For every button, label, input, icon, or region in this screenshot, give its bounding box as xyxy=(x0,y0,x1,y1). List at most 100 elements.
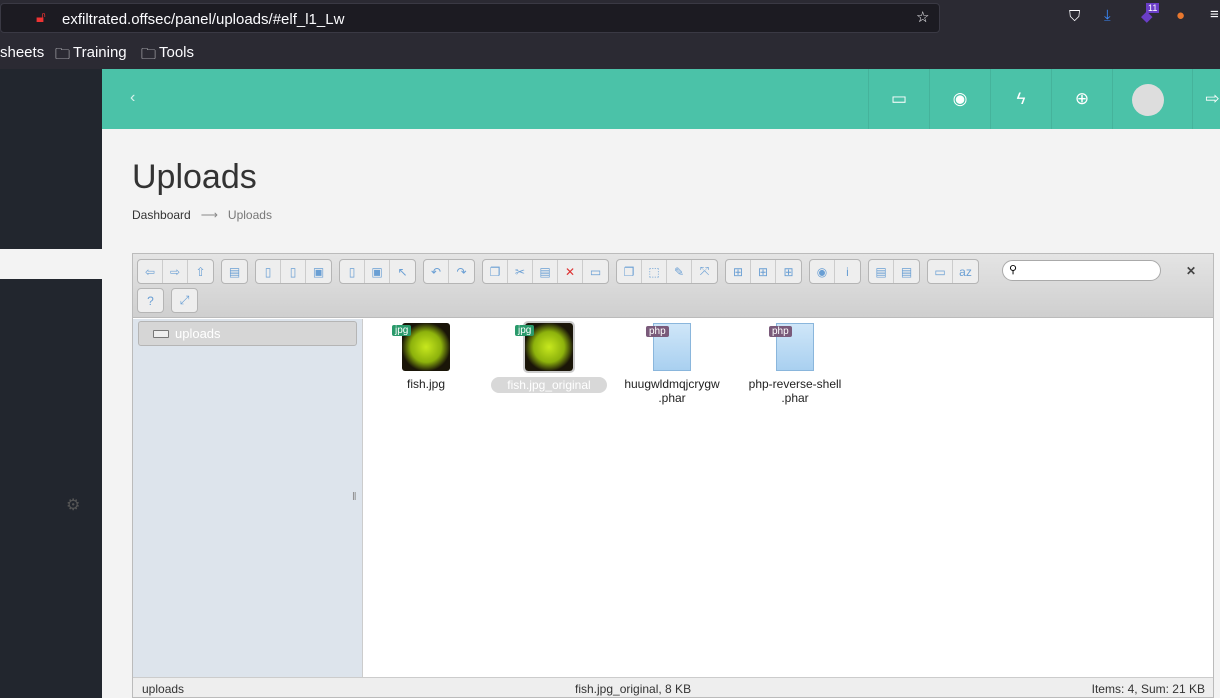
file-item[interactable]: php php-reverse-shell .phar xyxy=(735,323,855,405)
toolbar-group: ▯ ▣ ↖ xyxy=(339,259,416,284)
status-selection: fish.jpg_original, 8 KB xyxy=(575,682,692,696)
file-name: fish.jpg xyxy=(406,377,446,391)
help-button[interactable]: ? xyxy=(138,289,163,312)
toolbar-group: ❐ ⬚ ✎ ⤧ xyxy=(616,259,718,284)
breadcrumb: Dashboard ⟶ Uploads xyxy=(132,208,272,222)
open-button[interactable]: ▯ xyxy=(340,260,365,283)
bookmark-training[interactable]: Training xyxy=(73,44,127,61)
image-thumbnail: jpg xyxy=(515,321,575,373)
tree-item-label: uploads xyxy=(175,326,221,341)
php-file-icon: php xyxy=(646,323,691,371)
upload-button[interactable]: ▣ xyxy=(306,260,331,283)
breadcrumb-dashboard[interactable]: Dashboard xyxy=(132,208,191,222)
lifebuoy-icon[interactable]: ⊕ xyxy=(1051,69,1112,129)
sidebar-active-item[interactable] xyxy=(0,249,102,279)
extension-badge: 11 xyxy=(1146,3,1160,13)
toolbar-group: ⊞ ⊞ ⊞ xyxy=(725,259,802,284)
resize-button[interactable]: ⤧ xyxy=(692,260,717,283)
rename-button[interactable]: ⬚ xyxy=(642,260,667,283)
file-name: php-reverse-shell .phar xyxy=(748,377,842,405)
url-bar[interactable]: 🔓︎ exfiltrated.offsec/panel/uploads/#elf… xyxy=(0,3,940,33)
eye-icon[interactable]: ◉ xyxy=(929,69,990,129)
bolt-icon[interactable]: ϟ xyxy=(990,69,1051,129)
sort-az-button[interactable]: az xyxy=(953,260,978,283)
cut-button[interactable]: ✂ xyxy=(508,260,533,283)
pocket-icon[interactable]: ⛉ xyxy=(1069,8,1080,25)
gear-icon[interactable]: ⚙ xyxy=(66,495,80,515)
avatar[interactable] xyxy=(1132,84,1164,116)
file-grid: jpg fish.jpg jpg fish.jpg_original php huugwl… xyxy=(364,319,1213,678)
toolbar-group: ◉ i xyxy=(809,259,861,284)
redo-button[interactable]: ↷ xyxy=(449,260,474,283)
search-input[interactable]: ⚲ xyxy=(1002,260,1161,281)
rm-button[interactable]: ✕ xyxy=(558,260,583,283)
mkfile-button[interactable]: ▯ xyxy=(281,260,306,283)
toolbar-group: ▤ ▤ xyxy=(868,259,920,284)
page-title: Uploads xyxy=(132,158,257,196)
view-button[interactable]: ⊞ xyxy=(776,260,801,283)
status-summary: Items: 4, Sum: 21 KB xyxy=(1091,682,1205,696)
paste-button[interactable]: ▤ xyxy=(533,260,558,283)
archive-button[interactable]: ▤ xyxy=(894,260,919,283)
file-type-badge: php xyxy=(646,326,669,337)
bookmark-tools[interactable]: Tools xyxy=(159,44,194,61)
image-thumbnail: jpg xyxy=(392,323,450,371)
panel-resize-handle[interactable]: ‖ xyxy=(352,491,357,503)
toolbar-group: ▭ az xyxy=(927,259,979,284)
file-type-badge: php xyxy=(769,326,792,337)
bookmark-star-icon[interactable]: ☆ xyxy=(916,8,929,26)
folder-tree: uploads ‖ xyxy=(133,319,363,678)
sort-button[interactable]: ▭ xyxy=(928,260,953,283)
arrow-icon: ⟶ xyxy=(200,208,218,222)
insecure-lock-icon[interactable]: 🔓︎ xyxy=(36,9,46,26)
bookmark-sheets[interactable]: sheets xyxy=(0,44,44,61)
breadcrumb-uploads: Uploads xyxy=(227,208,272,222)
mkdir-button[interactable]: ▯ xyxy=(256,260,281,283)
download-icon[interactable]: ⤓ xyxy=(1104,7,1111,24)
quicklook-button[interactable]: ◉ xyxy=(810,260,835,283)
file-item[interactable]: jpg fish.jpg xyxy=(366,323,486,391)
netmount-button[interactable]: ▤ xyxy=(222,260,247,283)
up-button[interactable]: ⇧ xyxy=(188,260,213,283)
status-path: uploads xyxy=(142,682,185,696)
getfile-button[interactable]: ↖ xyxy=(390,260,415,283)
copy-button[interactable]: ❐ xyxy=(483,260,508,283)
toolbar-group: ❐ ✂ ▤ ✕ ▭ xyxy=(482,259,609,284)
empty-button[interactable]: ▭ xyxy=(583,260,608,283)
icons-view-button[interactable]: ⊞ xyxy=(726,260,751,283)
browser-toolbar: ⛉ 🔓︎ exfiltrated.offsec/panel/uploads/#e… xyxy=(0,0,1220,36)
file-manager-toolbar: ⚲ ✕ ⇦ ⇨ ⇧ ▤ ▯ ▯ ▣ ▯ ▣ ↖ ↶ ↷ ❐ ✂ ▤ ✕ ▭ ❐ ⬚ ✎ ⤧ ⊞ ⊞ ⊞ ◉ i ▤ ▤ ▭ az? ⤢ xyxy=(133,254,1213,318)
duplicate-button[interactable]: ❐ xyxy=(617,260,642,283)
top-header: ‹ ▭ ◉ ϟ ⊕ ⇨ xyxy=(102,69,1220,129)
undo-button[interactable]: ↶ xyxy=(424,260,449,283)
fullscreen-button[interactable]: ⤢ xyxy=(172,289,197,312)
file-type-badge: jpg xyxy=(515,325,535,336)
monitor-icon[interactable]: ▭ xyxy=(868,69,929,129)
file-item[interactable]: jpg fish.jpg_original xyxy=(489,321,609,393)
extract-button[interactable]: ▤ xyxy=(869,260,894,283)
forward-button[interactable]: ⇨ xyxy=(163,260,188,283)
toolbar-group: ? xyxy=(137,288,164,313)
addon-icon[interactable]: ● xyxy=(1176,7,1185,24)
folder-icon: 🗀 xyxy=(55,46,71,63)
file-item[interactable]: php huugwldmqjcrygw .phar xyxy=(612,323,732,405)
download-button[interactable]: ▣ xyxy=(365,260,390,283)
logout-icon[interactable]: ⇨ xyxy=(1192,69,1220,129)
clear-search-icon[interactable]: ✕ xyxy=(1186,264,1196,278)
file-name: fish.jpg_original xyxy=(491,377,607,393)
file-manager: ⚲ ✕ ⇦ ⇨ ⇧ ▤ ▯ ▯ ▣ ▯ ▣ ↖ ↶ ↷ ❐ ✂ ▤ ✕ ▭ ❐ ⬚ ✎ ⤧ ⊞ ⊞ ⊞ ◉ i ▤ ▤ ▭ az? ⤢ up… xyxy=(132,253,1214,698)
list-view-button[interactable]: ⊞ xyxy=(751,260,776,283)
collapse-sidebar-chevron-icon[interactable]: ‹ xyxy=(130,89,135,107)
file-name: huugwldmqjcrygw .phar xyxy=(624,377,720,405)
info-button[interactable]: i xyxy=(835,260,860,283)
tree-item-uploads[interactable]: uploads xyxy=(138,321,357,346)
toolbar-group: ▯ ▯ ▣ xyxy=(255,259,332,284)
toolbar-group: ↶ ↷ xyxy=(423,259,475,284)
edit-button[interactable]: ✎ xyxy=(667,260,692,283)
menu-icon[interactable]: ≡ xyxy=(1210,6,1219,23)
sidebar xyxy=(0,69,102,698)
back-button[interactable]: ⇦ xyxy=(138,260,163,283)
php-file-icon: php xyxy=(769,323,814,371)
toolbar-group: ⤢ xyxy=(171,288,198,313)
url-text[interactable]: exfiltrated.offsec/panel/uploads/#elf_l1… xyxy=(62,11,344,28)
